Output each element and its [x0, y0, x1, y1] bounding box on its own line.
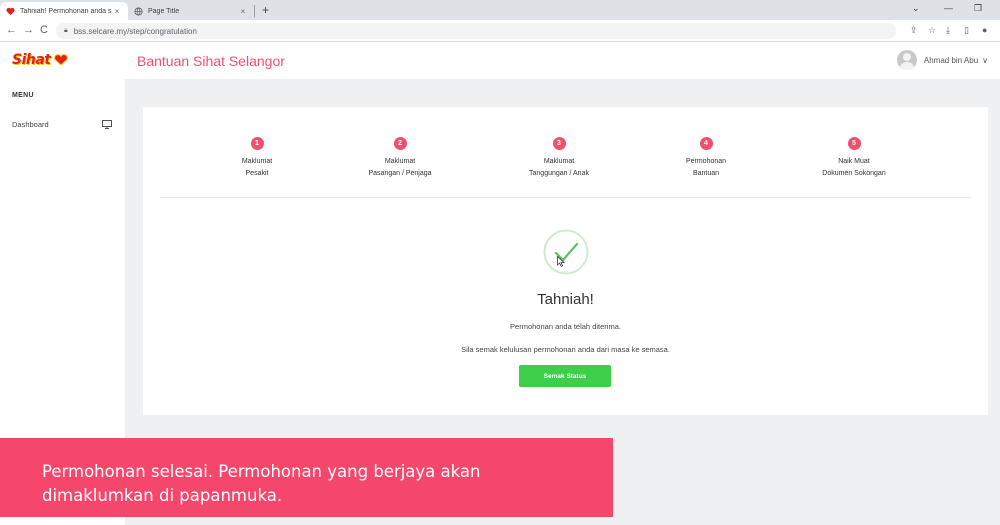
sidebar-item-dashboard[interactable]: Dashboard	[12, 117, 112, 131]
step-number: 5	[847, 137, 861, 150]
step-label-line1: Maklumat	[384, 158, 416, 165]
new-tab-button[interactable]: +	[262, 3, 269, 17]
mouse-cursor-icon	[557, 256, 565, 267]
tab-title: Tahniah! Permohonan anda sudah...	[20, 7, 112, 15]
step-label-line2: Bantuan	[692, 170, 720, 177]
app-title: Bantuan Sihat Selangor	[137, 53, 285, 69]
lock-icon: 🔒︎	[64, 27, 68, 34]
avatar	[896, 50, 917, 70]
browser-tab-bar: Tahniah! Permohonan anda sudah... × Page…	[0, 0, 1000, 20]
tab-search-icon[interactable]: ⌄	[912, 3, 920, 14]
menu-heading: MENU	[12, 92, 34, 99]
sihat-logo[interactable]: Sihat	[12, 51, 69, 68]
step-label-line1: Permohonan	[685, 158, 727, 165]
share-icon[interactable]: ⇪	[910, 25, 918, 36]
tab-close-icon[interactable]: ×	[238, 7, 248, 16]
step-3: 3 Maklumat Tanggungan / Anak	[499, 137, 619, 180]
step-5: 5 Naik Muat Dokumen Sokongan	[794, 137, 914, 180]
step-label-line2: Dokumen Sokongan	[822, 170, 886, 177]
logo-text: Sihat	[12, 51, 51, 68]
back-button[interactable]: ←	[6, 24, 17, 36]
tab-close-icon[interactable]: ×	[112, 7, 122, 16]
caption-line2: dimaklumkan di papanmuka.	[42, 486, 283, 505]
success-message: Permohonan anda telah diterima.	[510, 322, 621, 331]
url-text: bss.selcare.my/step/congratulation	[73, 26, 197, 36]
url-input[interactable]: 🔒︎ bss.selcare.my/step/congratulation	[56, 23, 896, 39]
step-number: 1	[250, 137, 264, 150]
chevron-down-icon: ∨	[982, 55, 988, 65]
semak-status-button[interactable]: Semak Status	[519, 365, 611, 387]
user-name: Ahmad bin Abu	[923, 55, 979, 65]
selcare-favicon-icon	[6, 7, 15, 15]
download-icon[interactable]: ⤓	[946, 25, 950, 36]
tutorial-caption: Permohonan selesai. Permohonan yang berj…	[0, 438, 613, 517]
caption-line1: Permohonan selesai. Permohonan yang berj…	[42, 462, 481, 481]
reload-button[interactable]: C	[40, 24, 48, 36]
step-label-line1: Naik Muat	[838, 158, 870, 165]
step-label-line2: Pasangan / Penjaga	[368, 170, 432, 177]
step-1: 1 Maklumat Pesakit	[197, 137, 317, 180]
maximize-button[interactable]: ❐	[974, 3, 982, 14]
address-bar: ← → C 🔒︎ bss.selcare.my/step/congratulat…	[0, 20, 1000, 42]
step-number: 3	[552, 137, 566, 150]
step-number: 2	[393, 137, 407, 150]
tab-active[interactable]: Tahniah! Permohonan anda sudah... ×	[0, 2, 128, 20]
minimize-button[interactable]: —	[944, 3, 953, 13]
success-heading: Tahniah!	[537, 291, 594, 308]
step-number: 4	[699, 137, 713, 150]
step-4: 4 Permohonan Bantuan	[646, 137, 766, 180]
step-2: 2 Maklumat Pasangan / Penjaga	[340, 137, 460, 180]
user-menu[interactable]: Ahmad bin Abu ∨	[896, 50, 988, 70]
divider	[160, 197, 971, 198]
profile-icon[interactable]: ●	[982, 25, 987, 35]
side-panel-icon[interactable]: ▯	[964, 25, 969, 36]
step-label-line1: Maklumat	[543, 158, 575, 165]
status-instruction: Sila semak kelulusan permohonan anda dar…	[461, 345, 670, 354]
step-label-line2: Pesakit	[245, 170, 269, 177]
success-check-icon	[543, 229, 589, 275]
bookmark-star-icon[interactable]: ☆	[928, 25, 936, 36]
app-header: Sihat Bantuan Sihat Selangor Ahmad bin A…	[0, 42, 1000, 79]
tab-title: Page Title	[148, 7, 180, 15]
tab-inactive[interactable]: Page Title ×	[128, 5, 255, 17]
step-label-line1: Maklumat	[241, 158, 273, 165]
congratulation-card: 1 Maklumat Pesakit 2 Maklumat Pasangan /…	[143, 107, 988, 415]
heart-logo-icon	[53, 53, 68, 66]
globe-icon	[134, 6, 143, 16]
forward-button[interactable]: →	[23, 24, 34, 36]
sidebar-item-label: Dashboard	[12, 119, 49, 129]
step-label-line2: Tanggungan / Anak	[529, 170, 589, 177]
monitor-icon	[102, 119, 112, 129]
